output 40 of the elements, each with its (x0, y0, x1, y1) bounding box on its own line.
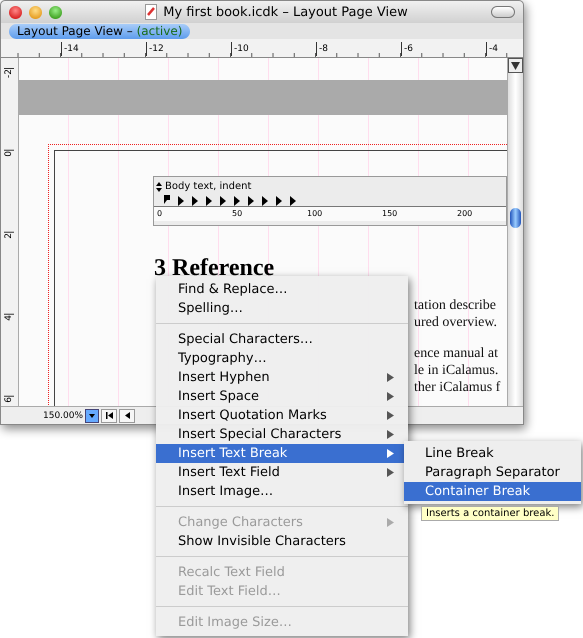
body-text: tation describe (414, 298, 496, 314)
up-down-arrows-icon (156, 182, 162, 192)
menu-item[interactable]: Container Break (404, 482, 581, 501)
down-triangle-icon (511, 62, 520, 70)
document-icon (145, 4, 158, 20)
down-triangle-icon (89, 414, 96, 418)
previous-page-button[interactable] (119, 408, 136, 422)
body-text: le in iCalamus. (414, 363, 498, 379)
menu-item[interactable]: Insert Space (156, 387, 408, 406)
menu-item[interactable]: Special Characters… (156, 330, 408, 349)
first-page-button[interactable] (101, 408, 118, 422)
left-triangle-icon (124, 412, 130, 419)
menu-item[interactable]: Insert Quotation Marks (156, 406, 408, 425)
body-text: ther iCalamus f (414, 380, 500, 396)
zoom-level: 150.00% (43, 410, 84, 420)
menu-item[interactable]: Insert Special Characters (156, 425, 408, 444)
menu-item[interactable]: Spelling… (156, 299, 408, 318)
zoom-dropdown-button[interactable] (85, 408, 100, 422)
menu-item[interactable]: Typography… (156, 349, 408, 368)
vertical-scrollbar[interactable] (507, 58, 523, 406)
chapter-heading: 3 Reference (154, 255, 274, 281)
window-title: My first book.icdk – Layout Page View (163, 4, 408, 20)
menu-item[interactable]: Find & Replace… (156, 280, 408, 299)
vertical-ruler: -2 0 2 4 6 (1, 58, 19, 406)
body-text: ured overview. (414, 315, 498, 331)
zoom-button[interactable] (49, 6, 62, 18)
view-tab[interactable]: Layout Page View – (active) (9, 24, 190, 38)
first-page-icon (106, 412, 113, 419)
menu-item[interactable]: Insert Hyphen (156, 368, 408, 387)
menu-item[interactable]: Show Invisible Characters (156, 532, 408, 551)
page-menu-button[interactable] (508, 58, 523, 73)
toolbar-toggle-button[interactable] (491, 6, 515, 18)
tooltip: Inserts a container break. (421, 506, 560, 521)
body-text: ence manual at (414, 346, 498, 362)
horizontal-ruler: -14 -12 -10 -8 -6 -4 (1, 39, 523, 58)
close-button[interactable] (9, 6, 22, 18)
paragraph-style-popup[interactable]: Body text, indent (154, 177, 506, 192)
scroll-thumb[interactable] (510, 208, 521, 228)
paragraph-style-name: Body text, indent (165, 181, 252, 192)
text-toolbar: Body text, indent 0 50 100 150 200 (153, 176, 507, 226)
